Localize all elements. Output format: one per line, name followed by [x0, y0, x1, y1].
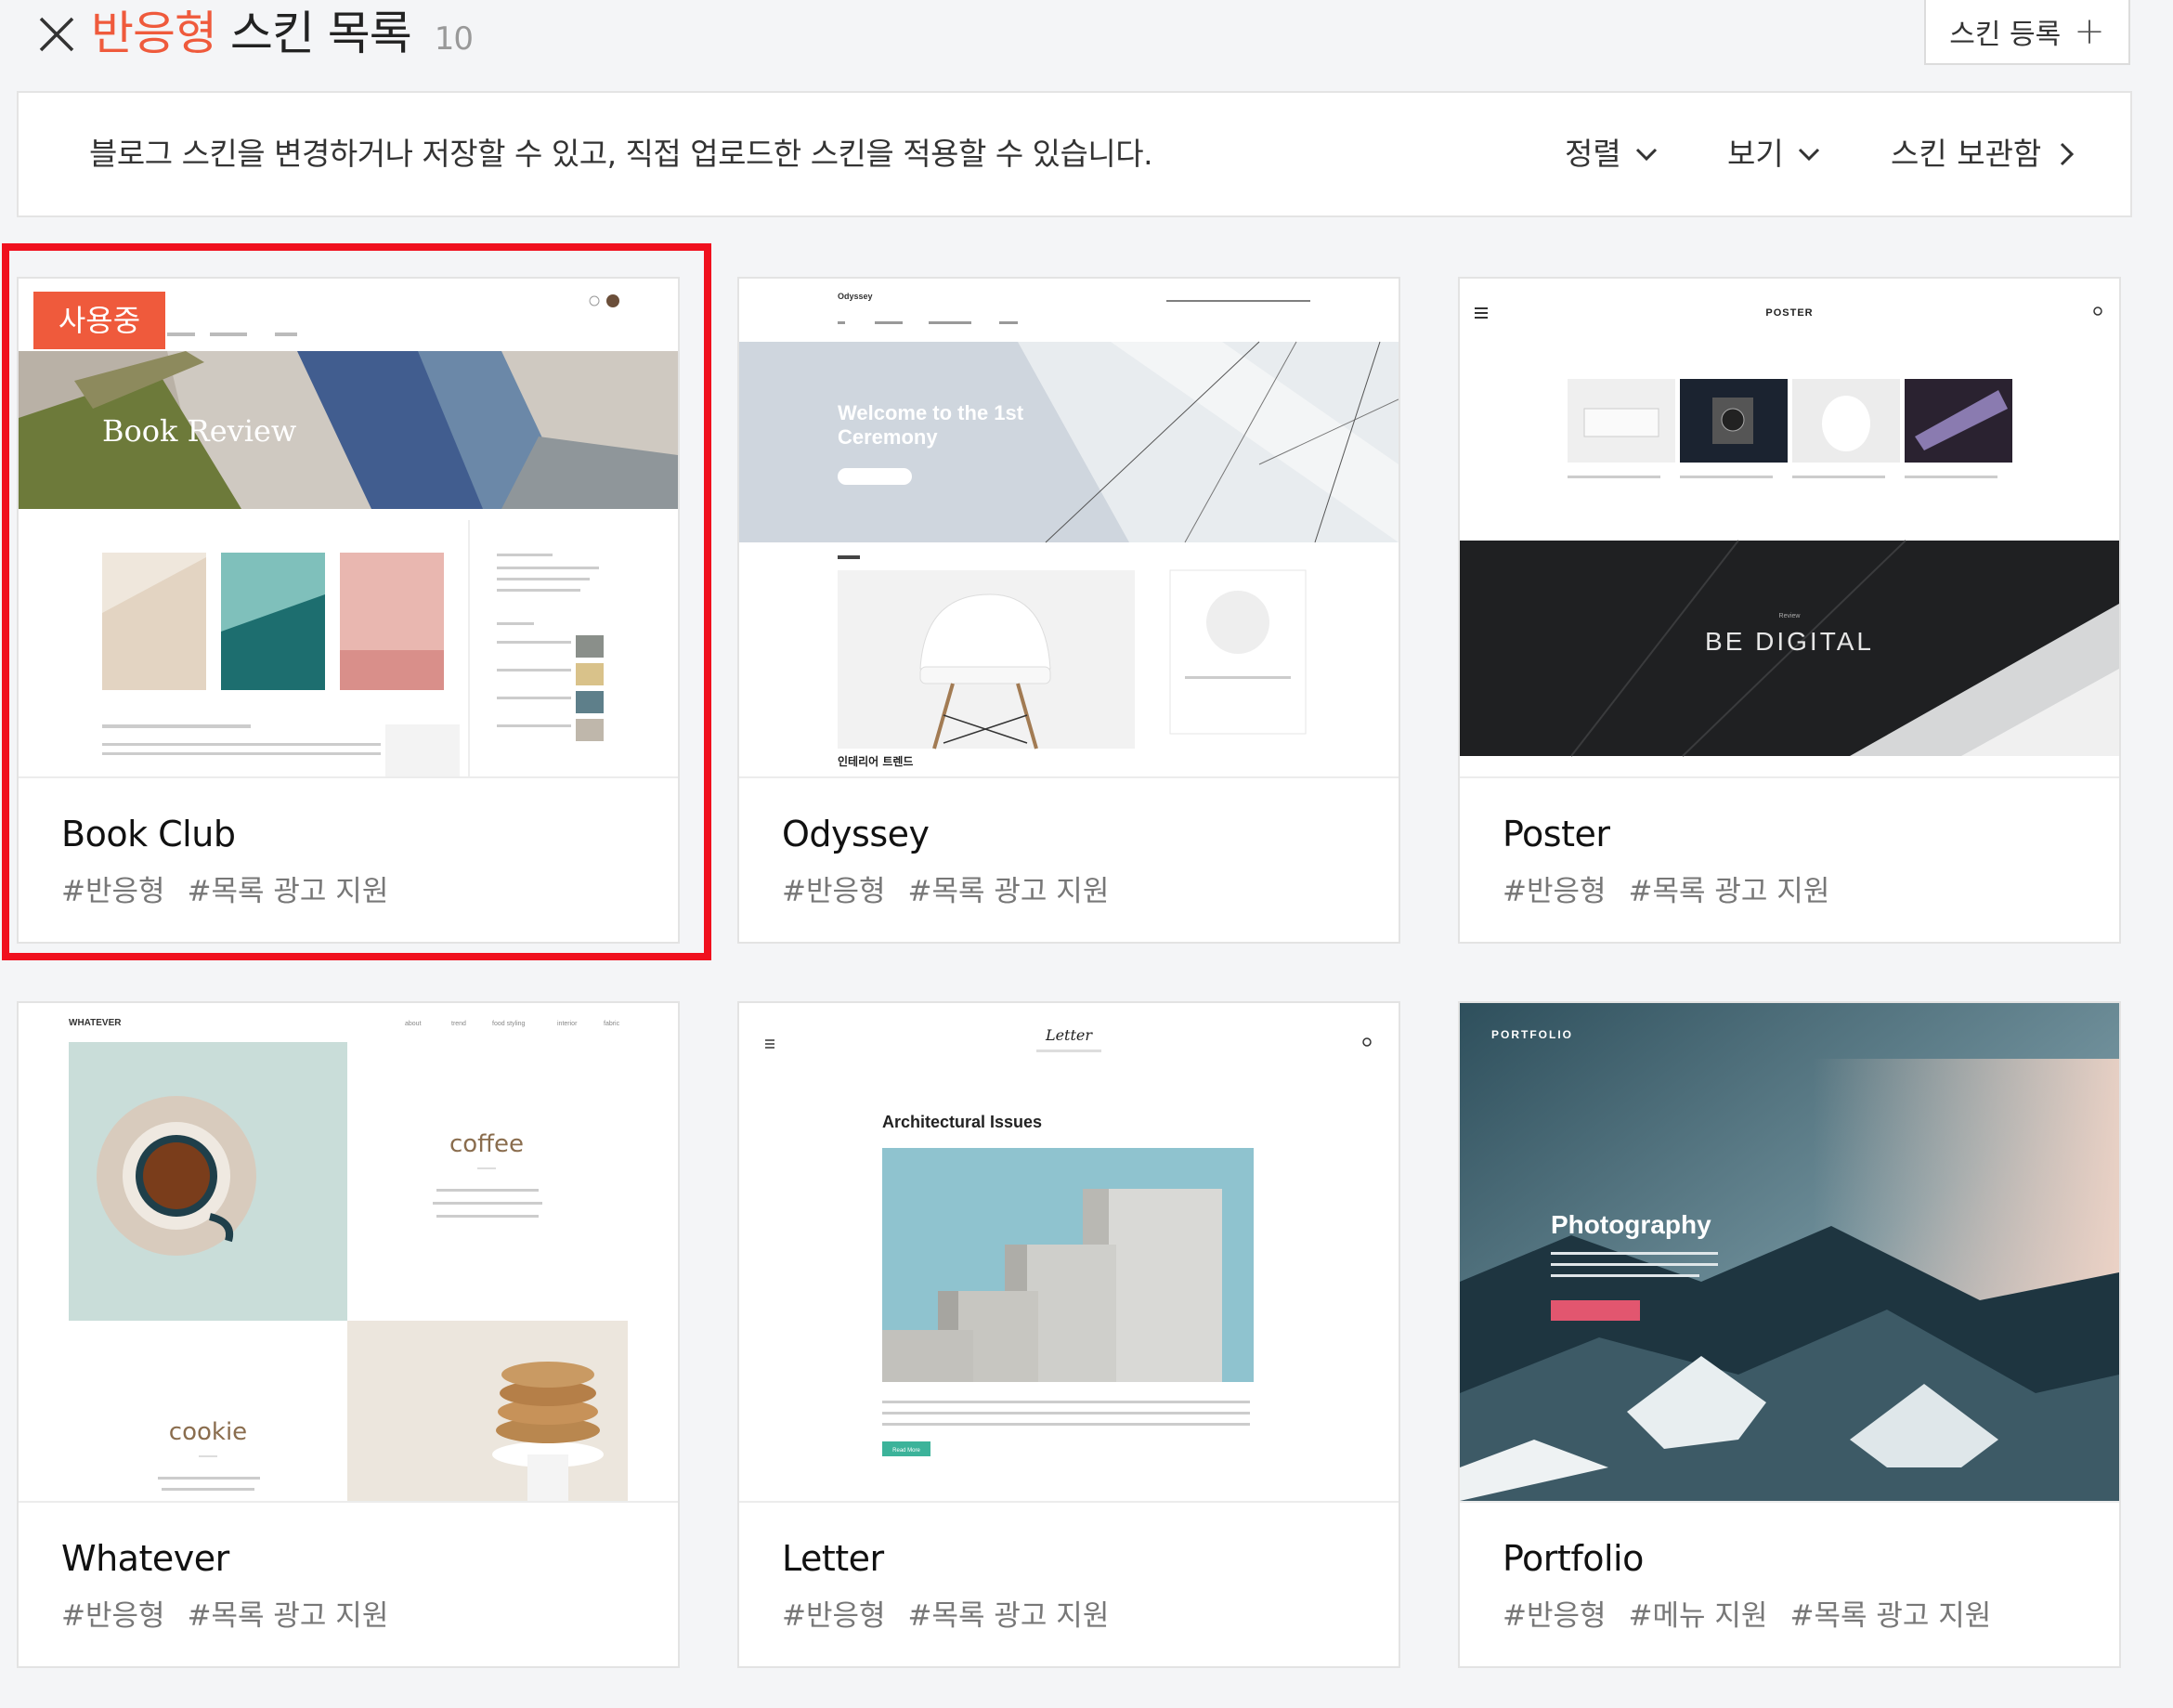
skin-tags: #반응형 #메뉴 지원 #목록 광고 지원 [1503, 1592, 2013, 1634]
skin-preview-letter: Letter Architectural Issues Read More [739, 1003, 1399, 1503]
portfolio-preview-image: PORTFOLIO Photography [1460, 1003, 2119, 1501]
poster-brand: POSTER [1765, 307, 1813, 319]
whatever-brand: WHATEVER [69, 1018, 122, 1028]
skin-count: 10 [434, 20, 474, 58]
letter-preview-image: Letter Architectural Issues Read More [739, 1003, 1399, 1501]
skin-preview-odyssey: Odyssey Welcome to the 1st Ceremony 인테리어… [739, 279, 1399, 778]
poster-banner-text: BE DIGITAL [1705, 627, 1874, 656]
skin-tag: #목록 광고 지원 [187, 1599, 389, 1633]
skin-name: Whatever [61, 1538, 229, 1579]
skin-tags: #반응형 #목록 광고 지원 [782, 1592, 1131, 1634]
letter-post-title: Architectural Issues [882, 1113, 1042, 1131]
whatever-preview-image: WHATEVER about trend food styling interi… [19, 1003, 678, 1501]
odyssey-hero-line-2: Ceremony [838, 425, 938, 449]
skin-name: Odyssey [782, 814, 930, 854]
portfolio-hero-text: Photography [1551, 1210, 1711, 1239]
odyssey-brand: Odyssey [838, 292, 873, 301]
skin-tag: #메뉴 지원 [1628, 1599, 1768, 1633]
odyssey-section-title: 인테리어 트렌드 [838, 754, 913, 768]
in-use-badge: 사용중 [33, 292, 165, 349]
skin-card-whatever[interactable]: WHATEVER about trend food styling interi… [17, 1001, 680, 1668]
whatever-nav-item: about [405, 1021, 422, 1027]
odyssey-hero-line-1: Welcome to the 1st [838, 401, 1024, 424]
letter-brand: Letter [1045, 1026, 1093, 1044]
skin-tag: #반응형 [61, 875, 165, 908]
close-icon [39, 17, 74, 52]
skin-preview-portfolio: PORTFOLIO Photography [1460, 1003, 2119, 1503]
register-skin-label: 스킨 등록 [1949, 19, 2062, 51]
skin-name: Letter [782, 1538, 884, 1579]
skin-preview-book-club: Book Review [19, 279, 678, 778]
skin-tag: #목록 광고 지원 [1789, 1599, 1992, 1633]
chevron-right-icon [2061, 142, 2075, 166]
title-text: 스킨 목록 [229, 7, 412, 60]
skin-card-letter[interactable]: Letter Architectural Issues Read More Le… [737, 1001, 1400, 1668]
skin-tag: #반응형 [61, 1599, 165, 1633]
letter-read-more: Read More [892, 1448, 920, 1454]
whatever-word-cookie: cookie [169, 1418, 247, 1446]
skin-card-odyssey[interactable]: Odyssey Welcome to the 1st Ceremony 인테리어… [737, 277, 1400, 944]
skin-tag: #반응형 [1503, 1599, 1607, 1633]
title-accent: 반응형 [91, 7, 217, 60]
skin-tag: #반응형 [782, 1599, 886, 1633]
book-review-hero-text: Book Review [102, 413, 296, 449]
skin-tag: #목록 광고 지원 [187, 875, 389, 908]
skin-storage-label: 스킨 보관함 [1891, 136, 2042, 172]
skin-tag: #목록 광고 지원 [907, 875, 1110, 908]
close-button[interactable] [35, 13, 78, 56]
poster-preview-image: POSTER Review BE DIGITAL [1460, 279, 2119, 776]
view-dropdown[interactable]: 보기 [1727, 93, 1823, 215]
skin-card-portfolio[interactable]: PORTFOLIO Photography Portfolio #반응형 #메뉴 … [1458, 1001, 2121, 1668]
page-title: 반응형 스킨 목록 10 [91, 0, 474, 67]
whatever-nav-item: food styling [492, 1021, 526, 1027]
portfolio-brand: PORTFOLIO [1491, 1028, 1573, 1041]
register-skin-button[interactable]: 스킨 등록 + [1924, 0, 2130, 65]
odyssey-preview-image: Odyssey Welcome to the 1st Ceremony 인테리어… [739, 279, 1399, 776]
poster-banner-small: Review [1779, 613, 1802, 619]
skin-preview-poster: POSTER Review BE DIGITAL [1460, 279, 2119, 778]
skin-name: Poster [1503, 814, 1610, 854]
book-club-preview-image: Book Review [19, 279, 678, 776]
skin-tag: #반응형 [1503, 875, 1607, 908]
sort-dropdown[interactable]: 정렬 [1565, 93, 1660, 215]
skin-card-poster[interactable]: POSTER Review BE DIGITAL Poster #반응형 #목록 … [1458, 277, 2121, 944]
skin-name: Book Club [61, 814, 236, 854]
view-label: 보기 [1727, 136, 1784, 172]
skin-tags: #반응형 #목록 광고 지원 [61, 1592, 410, 1634]
plus-icon: + [2074, 10, 2105, 53]
skin-tags: #반응형 #목록 광고 지원 [782, 867, 1131, 909]
chevron-down-icon [1798, 148, 1819, 162]
whatever-word-coffee: coffee [449, 1130, 524, 1158]
info-description: 블로그 스킨을 변경하거나 저장할 수 있고, 직접 업로드한 스킨을 적용할 … [89, 136, 1153, 172]
whatever-nav-item: fabric [604, 1021, 620, 1027]
skin-tags: #반응형 #목록 광고 지원 [61, 867, 410, 909]
sort-label: 정렬 [1565, 136, 1621, 172]
whatever-nav-item: interior [557, 1021, 578, 1027]
skin-tag: #반응형 [782, 875, 886, 908]
skin-tag: #목록 광고 지원 [1628, 875, 1830, 908]
skin-preview-whatever: WHATEVER about trend food styling interi… [19, 1003, 678, 1503]
skin-name: Portfolio [1503, 1538, 1644, 1579]
skin-storage-link[interactable]: 스킨 보관함 [1891, 93, 2080, 215]
skin-tag: #목록 광고 지원 [907, 1599, 1110, 1633]
info-bar: 블로그 스킨을 변경하거나 저장할 수 있고, 직접 업로드한 스킨을 적용할 … [17, 91, 2132, 217]
skin-card-book-club[interactable]: Book Review Book Club #반응형 #목록 광고 지원 [17, 277, 680, 944]
whatever-nav-item: trend [451, 1021, 466, 1027]
skin-tags: #반응형 #목록 광고 지원 [1503, 867, 1852, 909]
chevron-down-icon [1635, 148, 1657, 162]
